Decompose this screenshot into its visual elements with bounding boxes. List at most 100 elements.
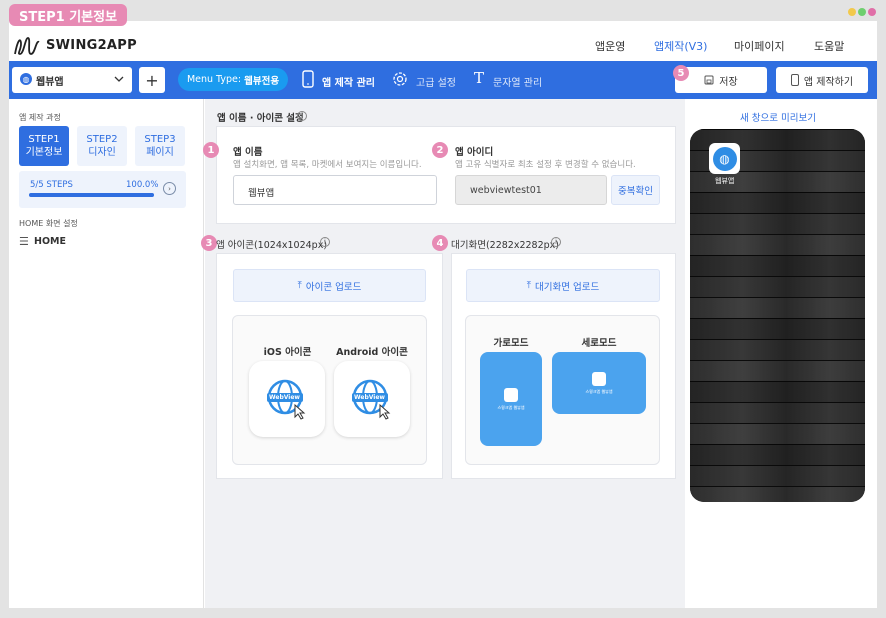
- wood-plank: [690, 297, 865, 319]
- splash-upload-label: 대기화면 업로드: [535, 281, 600, 293]
- preview-app-label: 웹뷰앱: [715, 177, 735, 185]
- menu-type-prefix: Menu Type:: [186, 74, 242, 85]
- wood-plank: [690, 486, 865, 502]
- nav-mypage[interactable]: 마이페이지: [734, 38, 785, 54]
- ios-icon-label: iOS 아이콘: [263, 347, 312, 358]
- progress-card: 5/5 STEPS 100.0% ›: [19, 171, 186, 208]
- menu-type-pill[interactable]: Menu Type: 웹뷰전용: [178, 68, 288, 91]
- ios-icon-preview: WebView: [249, 361, 325, 437]
- logo-text: SWING2APP: [46, 38, 137, 53]
- webview-icon-text: WebView: [354, 394, 385, 401]
- wood-plank: [690, 318, 865, 340]
- phone-icon: [302, 70, 314, 88]
- upload-icon: ⤒: [526, 280, 531, 291]
- chevron-right-icon[interactable]: ›: [163, 182, 176, 195]
- step3-button[interactable]: STEP3 페이지: [135, 126, 185, 166]
- app-name-label: 앱 이름: [233, 147, 263, 158]
- landscape-label: 가로모드: [493, 338, 529, 349]
- globe-icon: ◍: [20, 73, 32, 85]
- step-tag: STEP1 기본정보: [9, 4, 128, 26]
- sidebar-item-home[interactable]: HOME: [34, 236, 66, 247]
- landscape-splash-preview: 스윙크앱 웹뷰앱: [480, 352, 542, 446]
- chevron-down-icon: [114, 76, 124, 82]
- nav-app-operation[interactable]: 앱운영: [595, 38, 625, 54]
- progress-fill: [29, 193, 154, 197]
- app-name-hint: 앱 설치화면, 앱 목록, 마켓에서 보여지는 이름입니다.: [233, 160, 422, 170]
- step1-button[interactable]: STEP1 기본정보: [19, 126, 69, 166]
- preview-app-icon[interactable]: ◍: [709, 143, 740, 174]
- splash-upload-button[interactable]: ⤒ 대기화면 업로드: [466, 269, 660, 302]
- wood-plank: [690, 276, 865, 298]
- text-icon: T: [474, 69, 485, 87]
- step3-line1: STEP3: [144, 134, 176, 145]
- app-id-input[interactable]: webviewtest01: [455, 175, 607, 205]
- wood-plank: [690, 465, 865, 487]
- step2-line1: STEP2: [86, 134, 118, 145]
- info-icon[interactable]: i: [320, 237, 330, 247]
- info-icon[interactable]: i: [551, 237, 561, 247]
- icon-upload-label: 아이콘 업로드: [305, 281, 362, 293]
- android-icon-preview: WebView: [334, 361, 410, 437]
- upload-icon: ⤒: [297, 280, 302, 291]
- preview-new-window-link[interactable]: 새 창으로 미리보기: [740, 110, 816, 124]
- badge-5: 5: [673, 65, 689, 81]
- splash-app-icon: [504, 387, 518, 402]
- splash-caption: 스윙크앱 웹뷰앱: [497, 404, 525, 410]
- step1-line2: 기본정보: [25, 147, 63, 158]
- phone-icon: [790, 74, 799, 86]
- wood-plank: [690, 423, 865, 445]
- phone-preview: ◍ 웹뷰앱: [690, 129, 865, 502]
- app-select[interactable]: ◍ 웹뷰앱: [12, 67, 132, 93]
- wood-plank: [690, 444, 865, 466]
- hamburger-icon: ☰: [19, 235, 29, 248]
- nav-app-build[interactable]: 앱제작(V3): [654, 38, 707, 54]
- wood-plank: [690, 192, 865, 214]
- splash-app-icon: [592, 371, 606, 386]
- add-app-button[interactable]: +: [139, 67, 165, 93]
- wood-plank: [690, 213, 865, 235]
- duplicate-check-button[interactable]: 중복확인: [611, 175, 660, 205]
- window-dot-yellow-icon[interactable]: [848, 8, 856, 16]
- step2-button[interactable]: STEP2 디자인: [77, 126, 127, 166]
- app-id-hint: 앱 고유 식별자로 최초 설정 후 변경할 수 없습니다.: [455, 160, 636, 170]
- window-dot-green-icon[interactable]: [858, 8, 866, 16]
- menu-type-value: 웹뷰전용: [244, 75, 280, 87]
- gear-icon: [393, 72, 407, 86]
- badge-1: 1: [203, 142, 219, 158]
- progress-label: 5/5 STEPS: [30, 180, 73, 190]
- progress-track: [29, 193, 154, 197]
- info-icon[interactable]: i: [297, 111, 307, 121]
- badge-2: 2: [432, 142, 448, 158]
- save-label: 저장: [719, 76, 738, 88]
- build-label: 앱 제작하기: [803, 76, 854, 88]
- menu-string-manage[interactable]: 문자열 관리: [493, 74, 542, 89]
- build-app-button[interactable]: 앱 제작하기: [776, 67, 868, 93]
- home-section-title: HOME 화면 설정: [19, 219, 78, 228]
- step3-line2: 페이지: [146, 147, 174, 158]
- step1-line1: STEP1: [28, 134, 60, 145]
- app-name-input[interactable]: 웹뷰앱: [233, 175, 437, 205]
- app-id-label: 앱 아이디: [455, 147, 494, 158]
- wood-plank: [690, 360, 865, 382]
- menu-advanced-settings[interactable]: 고급 설정: [416, 74, 456, 89]
- app-icon-label: 앱 아이콘(1024x1024px): [216, 240, 328, 251]
- app-select-value: 웹뷰앱: [36, 77, 64, 88]
- sidebar-section-title: 앱 제작 과정: [19, 113, 61, 122]
- wood-plank: [690, 339, 865, 361]
- window-dot-pink-icon[interactable]: [868, 8, 876, 16]
- portrait-label: 세로모드: [581, 338, 617, 349]
- nav-help[interactable]: 도움말: [814, 38, 844, 54]
- globe-icon: ◍: [712, 146, 737, 171]
- logo-icon: [14, 37, 40, 55]
- wood-plank: [690, 234, 865, 256]
- wood-plank: [690, 402, 865, 424]
- step2-line2: 디자인: [88, 147, 116, 158]
- splash-caption: 스윙크앱 웹뷰앱: [585, 388, 613, 394]
- badge-4: 4: [432, 235, 448, 251]
- menu-app-build-manage[interactable]: 앱 제작 관리: [322, 74, 375, 89]
- icon-upload-button[interactable]: ⤒ 아이콘 업로드: [233, 269, 426, 302]
- wood-plank: [690, 381, 865, 403]
- android-icon-label: Android 아이콘: [336, 347, 408, 358]
- section-title: 앱 이름 · 아이콘 설정: [217, 113, 304, 124]
- save-icon: [704, 75, 714, 85]
